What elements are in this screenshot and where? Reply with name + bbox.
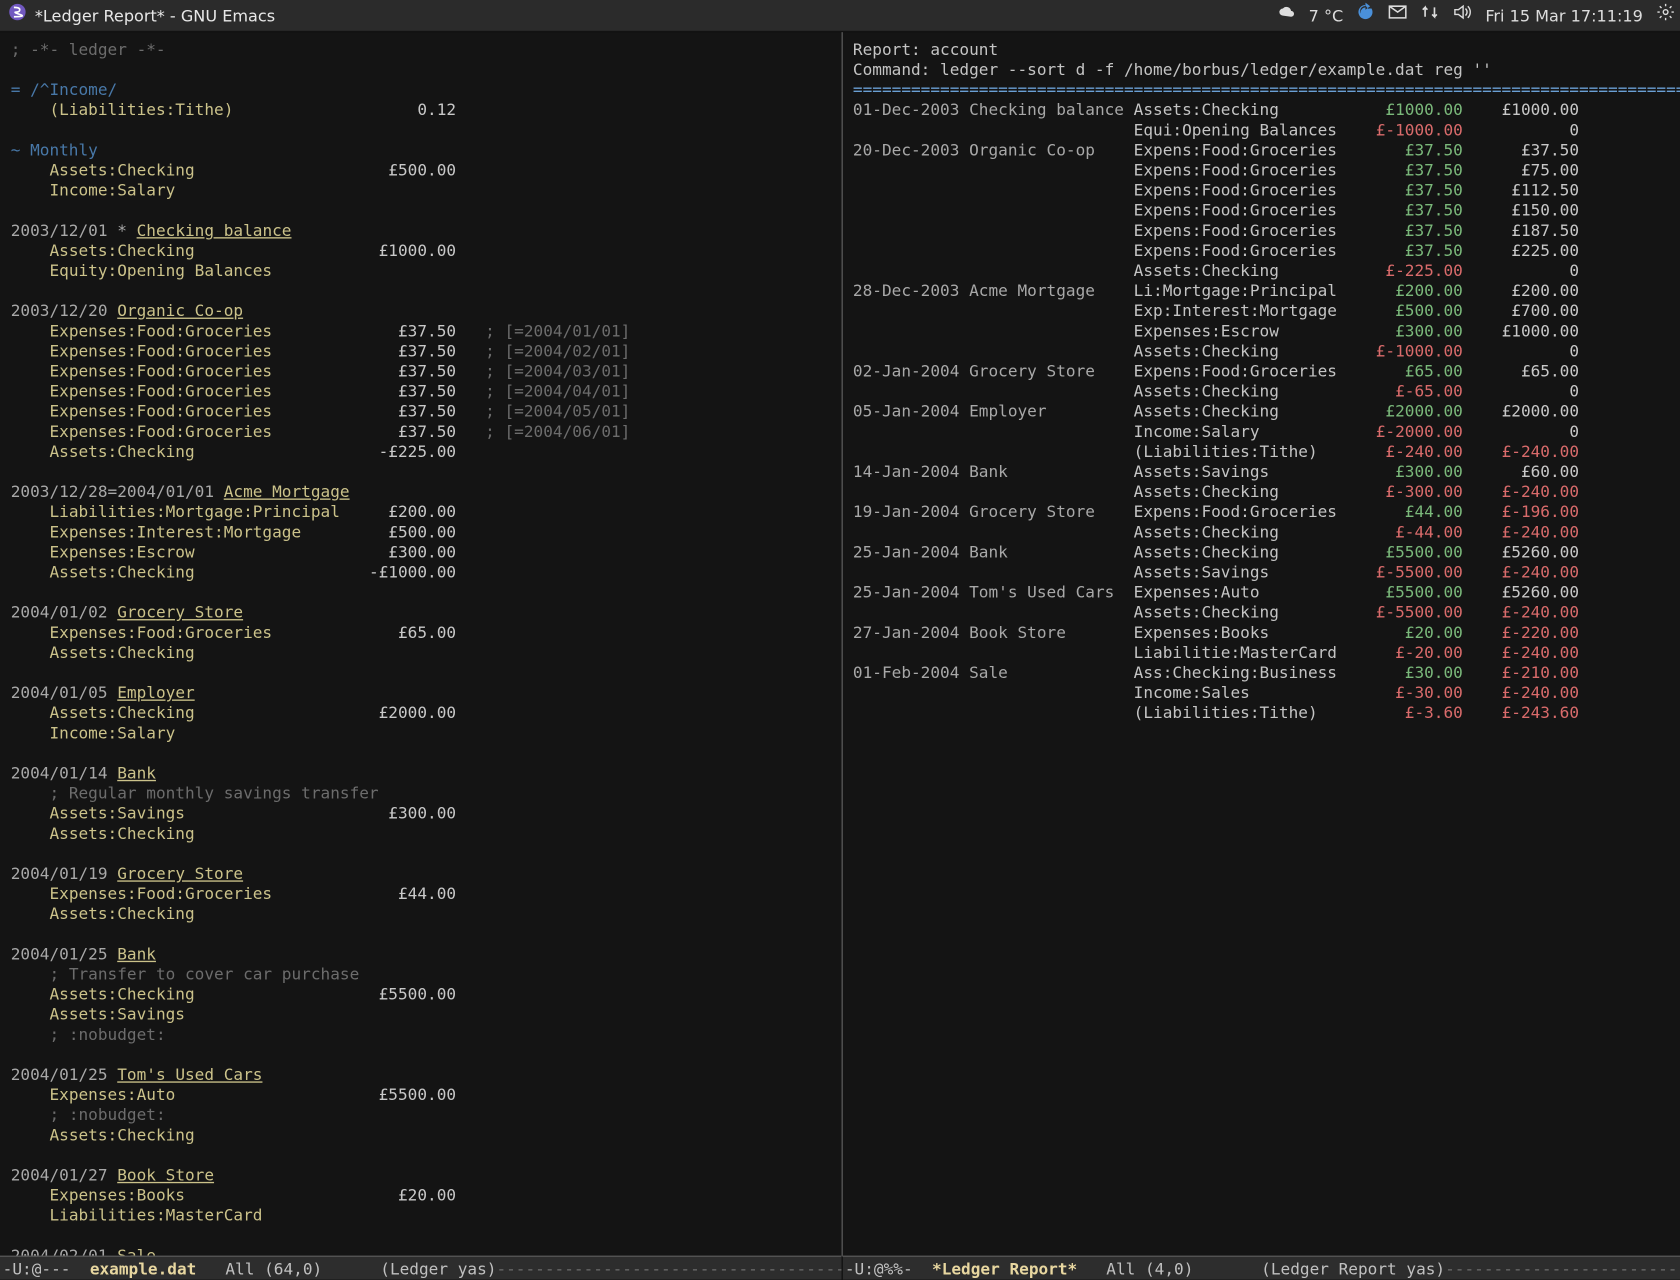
- titlebar: *Ledger Report* - GNU Emacs 7 °C Fri 15 …: [0, 0, 1680, 32]
- clock-text: Fri 15 Mar 17:11:19: [1485, 0, 1643, 31]
- ledger-report-buffer[interactable]: Report: account Command: ledger --sort d…: [841, 32, 1680, 1255]
- emacs-icon: [8, 0, 27, 31]
- ledger-source-buffer[interactable]: ; -*- ledger -*- = /^Income/ (Liabilitie…: [0, 32, 841, 1255]
- weather-text: 7 °C: [1309, 0, 1344, 31]
- refresh-icon[interactable]: [1357, 0, 1376, 31]
- gear-icon[interactable]: [1656, 0, 1675, 31]
- editor-area: ; -*- ledger -*- = /^Income/ (Liabilitie…: [0, 32, 1680, 1255]
- modeline-left: -U:@--- example.dat All (64,0) (Ledger y…: [0, 1256, 841, 1280]
- window-title: *Ledger Report* - GNU Emacs: [35, 0, 275, 31]
- mail-icon[interactable]: [1389, 0, 1408, 31]
- system-tray: 7 °C Fri 15 Mar 17:11:19: [1277, 0, 1675, 31]
- modeline: -U:@--- example.dat All (64,0) (Ledger y…: [0, 1256, 1680, 1280]
- volume-icon[interactable]: [1453, 0, 1472, 31]
- weather-icon: [1277, 0, 1296, 31]
- network-icon[interactable]: [1421, 0, 1440, 31]
- modeline-right: -U:@%%- *Ledger Report* All (4,0) (Ledge…: [841, 1256, 1680, 1280]
